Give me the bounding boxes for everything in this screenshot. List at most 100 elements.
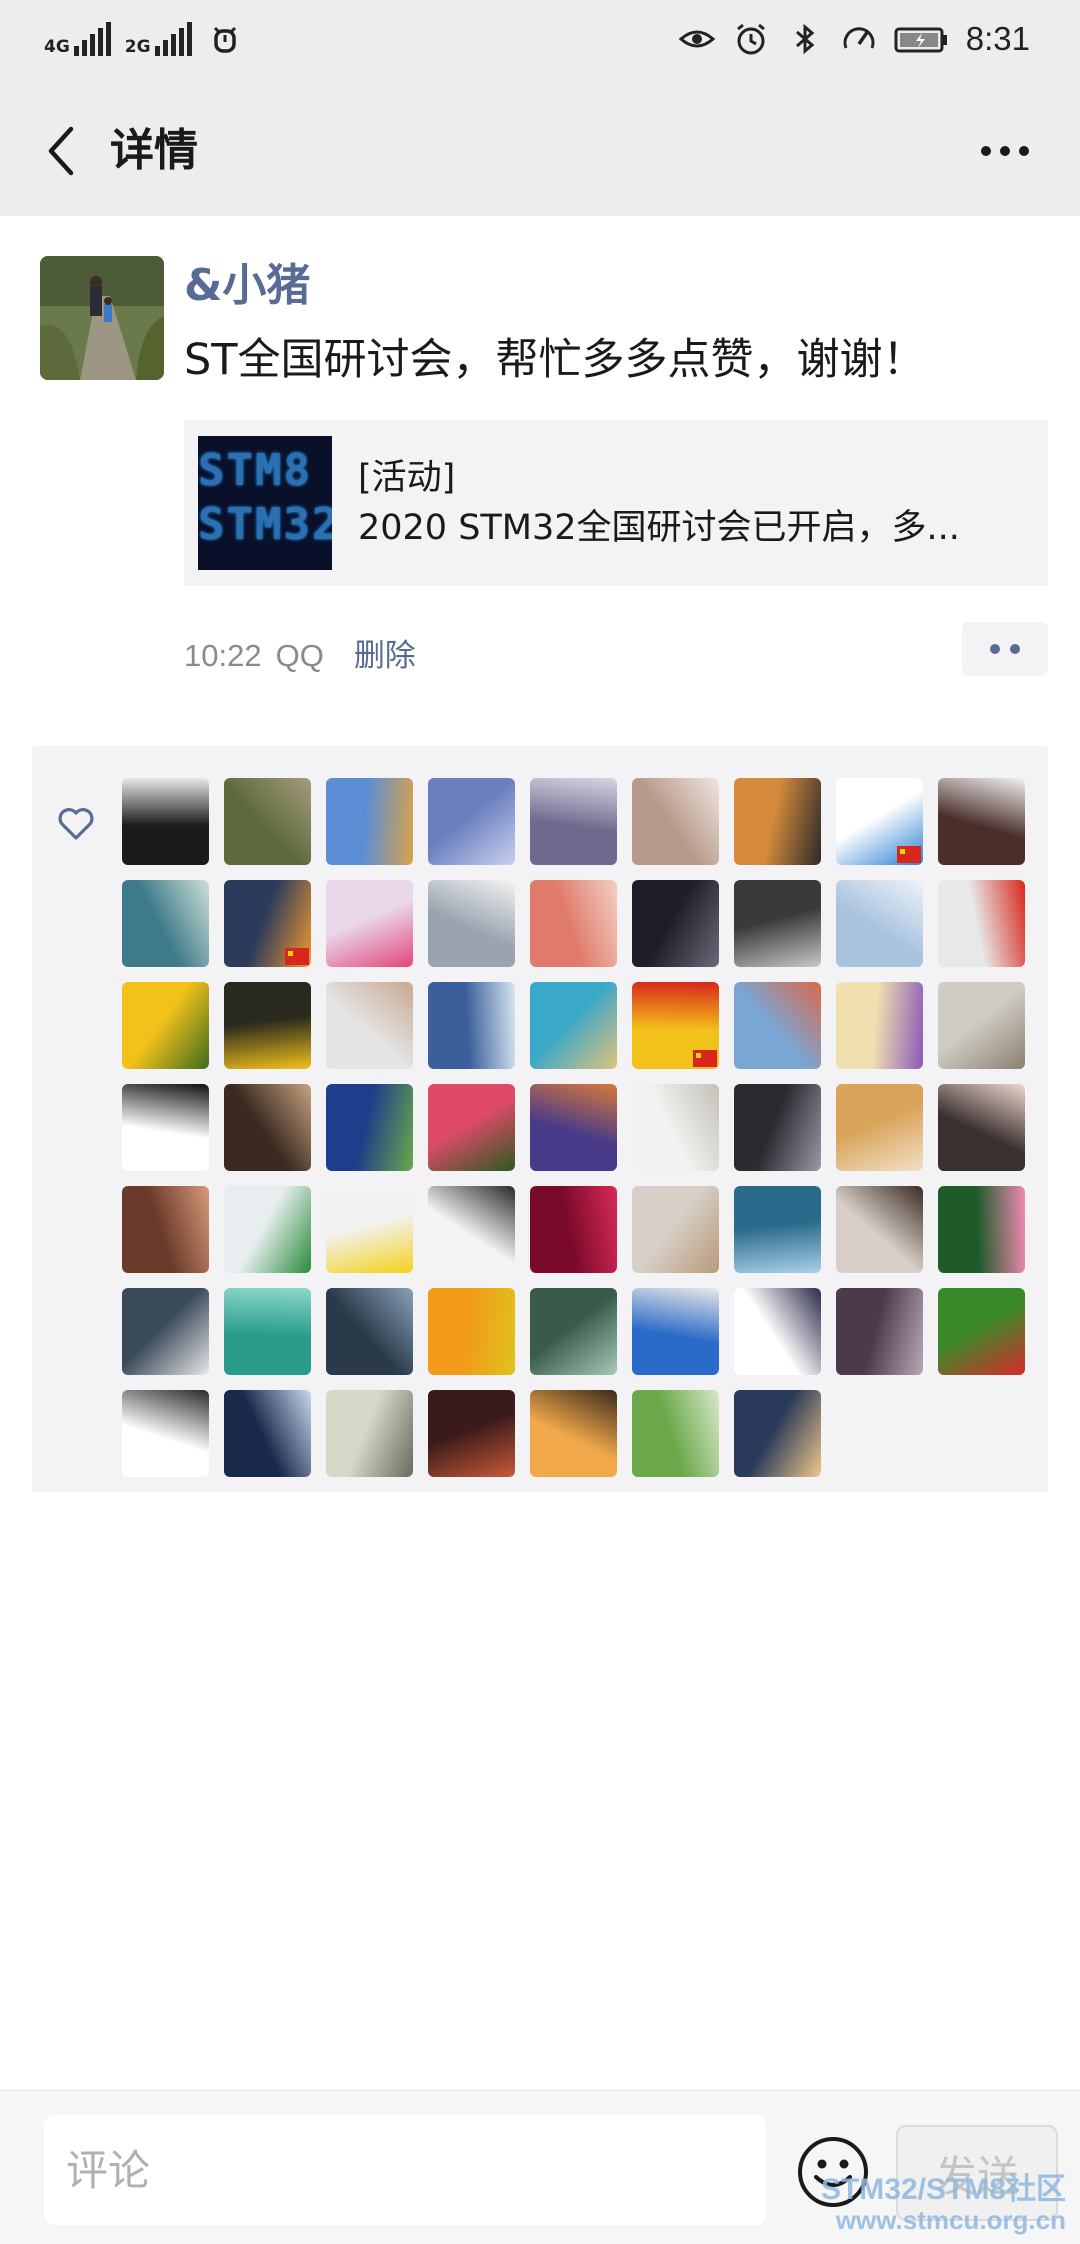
thumbnail-text-1: STM8 xyxy=(198,445,312,496)
liker-avatar[interactable] xyxy=(530,1288,617,1375)
liker-avatar[interactable] xyxy=(632,1084,719,1171)
heart-icon xyxy=(58,808,94,840)
liker-avatar[interactable] xyxy=(836,982,923,1069)
liker-avatar[interactable] xyxy=(836,1084,923,1171)
liker-avatar[interactable] xyxy=(428,1390,515,1477)
network-type-2: 2G xyxy=(124,37,151,57)
liker-avatar[interactable] xyxy=(326,1390,413,1477)
author-name[interactable]: &小猪 xyxy=(184,256,310,316)
link-description: 2020 STM32全国研讨会已开启，多... xyxy=(358,508,960,548)
status-right: 8:31 xyxy=(678,20,1030,58)
liker-avatar[interactable] xyxy=(734,778,821,865)
liker-avatar[interactable] xyxy=(530,1186,617,1273)
liker-avatar[interactable] xyxy=(734,982,821,1069)
china-flag-icon xyxy=(285,948,309,965)
watermark-line-1: STM32/STM8社区 xyxy=(820,2173,1066,2206)
liker-avatar[interactable] xyxy=(428,1186,515,1273)
liker-avatar[interactable] xyxy=(530,1084,617,1171)
more-dot-icon xyxy=(1000,146,1010,156)
eye-icon xyxy=(678,30,716,48)
thumbnail-text-2: STM32 xyxy=(198,499,332,550)
liker-avatar[interactable] xyxy=(734,1186,821,1273)
liker-avatar[interactable] xyxy=(122,778,209,865)
liker-avatar[interactable] xyxy=(428,982,515,1069)
post-time: 10:22 xyxy=(184,638,262,673)
comment-input[interactable] xyxy=(44,2115,766,2225)
liker-avatar[interactable] xyxy=(326,982,413,1069)
liker-avatar[interactable] xyxy=(836,778,923,865)
more-dot-icon xyxy=(981,146,991,156)
avatar-photo-icon xyxy=(40,256,164,380)
liker-avatar[interactable] xyxy=(938,1084,1025,1171)
liker-avatar[interactable] xyxy=(734,1288,821,1375)
liker-avatar[interactable] xyxy=(530,982,617,1069)
watermark: STM32/STM8社区 www.stmcu.org.cn xyxy=(820,2173,1066,2235)
liker-avatar[interactable] xyxy=(938,778,1025,865)
watermark-line-2: www.stmcu.org.cn xyxy=(835,2205,1066,2235)
liker-avatar[interactable] xyxy=(224,880,311,967)
liker-avatar[interactable] xyxy=(428,1084,515,1171)
liker-avatar[interactable] xyxy=(836,1186,923,1273)
liker-avatar[interactable] xyxy=(734,1084,821,1171)
liker-avatar[interactable] xyxy=(836,1288,923,1375)
signal-bars-1-icon xyxy=(73,22,111,56)
more-options-button[interactable] xyxy=(970,126,1040,176)
liker-avatar[interactable] xyxy=(326,1084,413,1171)
liker-avatar[interactable] xyxy=(428,1288,515,1375)
author-avatar[interactable] xyxy=(40,256,164,380)
page-title: 详情 xyxy=(110,125,198,176)
liker-avatar[interactable] xyxy=(122,1390,209,1477)
liker-avatar[interactable] xyxy=(122,880,209,967)
liker-avatar[interactable] xyxy=(632,982,719,1069)
liker-avatar[interactable] xyxy=(326,778,413,865)
liker-avatar[interactable] xyxy=(530,1390,617,1477)
post-text: ST全国研讨会，帮忙多多点赞，谢谢！ xyxy=(184,335,926,385)
liker-avatar[interactable] xyxy=(938,1186,1025,1273)
liker-avatar[interactable] xyxy=(734,1390,821,1477)
liker-avatar[interactable] xyxy=(632,880,719,967)
liker-avatar[interactable] xyxy=(122,982,209,1069)
liker-avatar[interactable] xyxy=(224,982,311,1069)
liker-avatar[interactable] xyxy=(632,778,719,865)
delete-link[interactable]: 删除 xyxy=(354,636,416,676)
action-dot-icon xyxy=(1010,644,1020,654)
liker-avatar[interactable] xyxy=(632,1390,719,1477)
liker-avatar[interactable] xyxy=(326,880,413,967)
link-tag: [活动] xyxy=(358,458,456,498)
liker-avatar[interactable] xyxy=(938,880,1025,967)
network-type-1: 4G xyxy=(44,37,70,57)
liker-avatar[interactable] xyxy=(224,1084,311,1171)
liker-avatar[interactable] xyxy=(836,880,923,967)
liker-avatar[interactable] xyxy=(938,1288,1025,1375)
back-button[interactable] xyxy=(30,116,90,186)
liker-avatar[interactable] xyxy=(530,778,617,865)
liker-avatar[interactable] xyxy=(224,1390,311,1477)
more-dot-icon xyxy=(1019,146,1029,156)
liker-avatar[interactable] xyxy=(122,1288,209,1375)
liker-avatar[interactable] xyxy=(224,778,311,865)
clock-time: 8:31 xyxy=(965,20,1030,57)
liker-avatar[interactable] xyxy=(428,880,515,967)
shared-link-card[interactable]: STM8 STM32 [活动] 2020 STM32全国研讨会已开启，多... xyxy=(184,420,1048,586)
liker-avatar[interactable] xyxy=(326,1186,413,1273)
status-left: 4G 2G xyxy=(44,20,244,58)
liker-avatar[interactable] xyxy=(530,880,617,967)
liker-avatar[interactable] xyxy=(224,1186,311,1273)
like-comment-button[interactable] xyxy=(962,622,1048,676)
alarm-icon xyxy=(736,23,765,55)
liker-avatar[interactable] xyxy=(224,1288,311,1375)
liker-avatar[interactable] xyxy=(428,778,515,865)
liker-avatar[interactable] xyxy=(632,1186,719,1273)
action-dot-icon xyxy=(990,644,1000,654)
notification-icon xyxy=(213,26,236,53)
status-bar: 4G 2G 8:31 xyxy=(0,0,1080,86)
battery-icon xyxy=(894,27,947,53)
likes-panel xyxy=(32,746,1048,1492)
liker-avatar[interactable] xyxy=(632,1288,719,1375)
signal-bars-2-icon xyxy=(154,22,192,56)
liker-avatar[interactable] xyxy=(122,1084,209,1171)
liker-avatar[interactable] xyxy=(938,982,1025,1069)
liker-avatar[interactable] xyxy=(734,880,821,967)
liker-avatar[interactable] xyxy=(326,1288,413,1375)
liker-avatar[interactable] xyxy=(122,1186,209,1273)
